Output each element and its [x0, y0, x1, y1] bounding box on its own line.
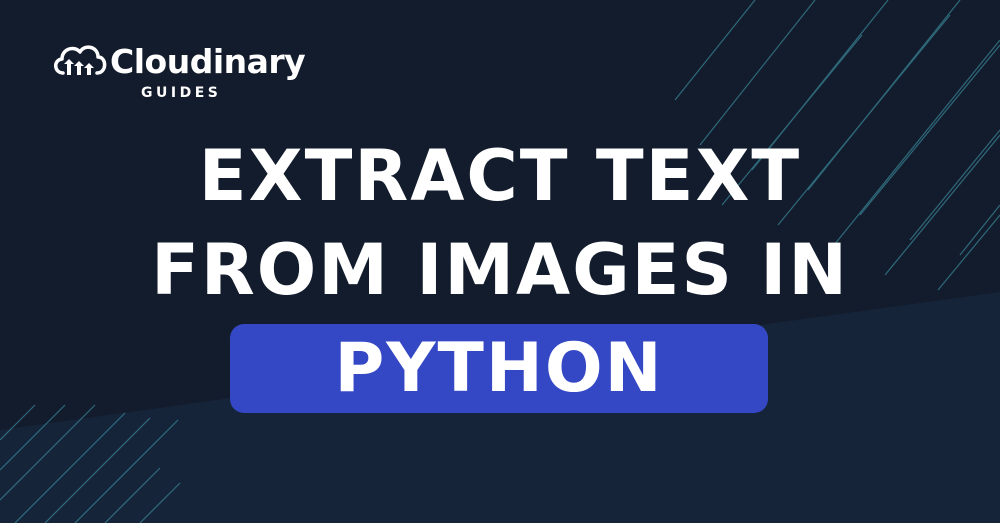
- brand-name: Cloudinary: [110, 42, 306, 81]
- cloudinary-logo[interactable]: Cloudinary GUIDES: [50, 40, 306, 105]
- banner: Cloudinary GUIDES EXTRACT TEXT FROM IMAG…: [0, 0, 1000, 523]
- headline-line-2: FROM IMAGES IN: [151, 229, 849, 311]
- headline-line-1: EXTRACT TEXT: [198, 135, 802, 217]
- cloud-logo-icon: [54, 45, 107, 75]
- brand-subtitle: GUIDES: [141, 85, 222, 101]
- highlight-pill: PYTHON: [230, 324, 768, 413]
- highlight-text: PYTHON: [334, 329, 664, 408]
